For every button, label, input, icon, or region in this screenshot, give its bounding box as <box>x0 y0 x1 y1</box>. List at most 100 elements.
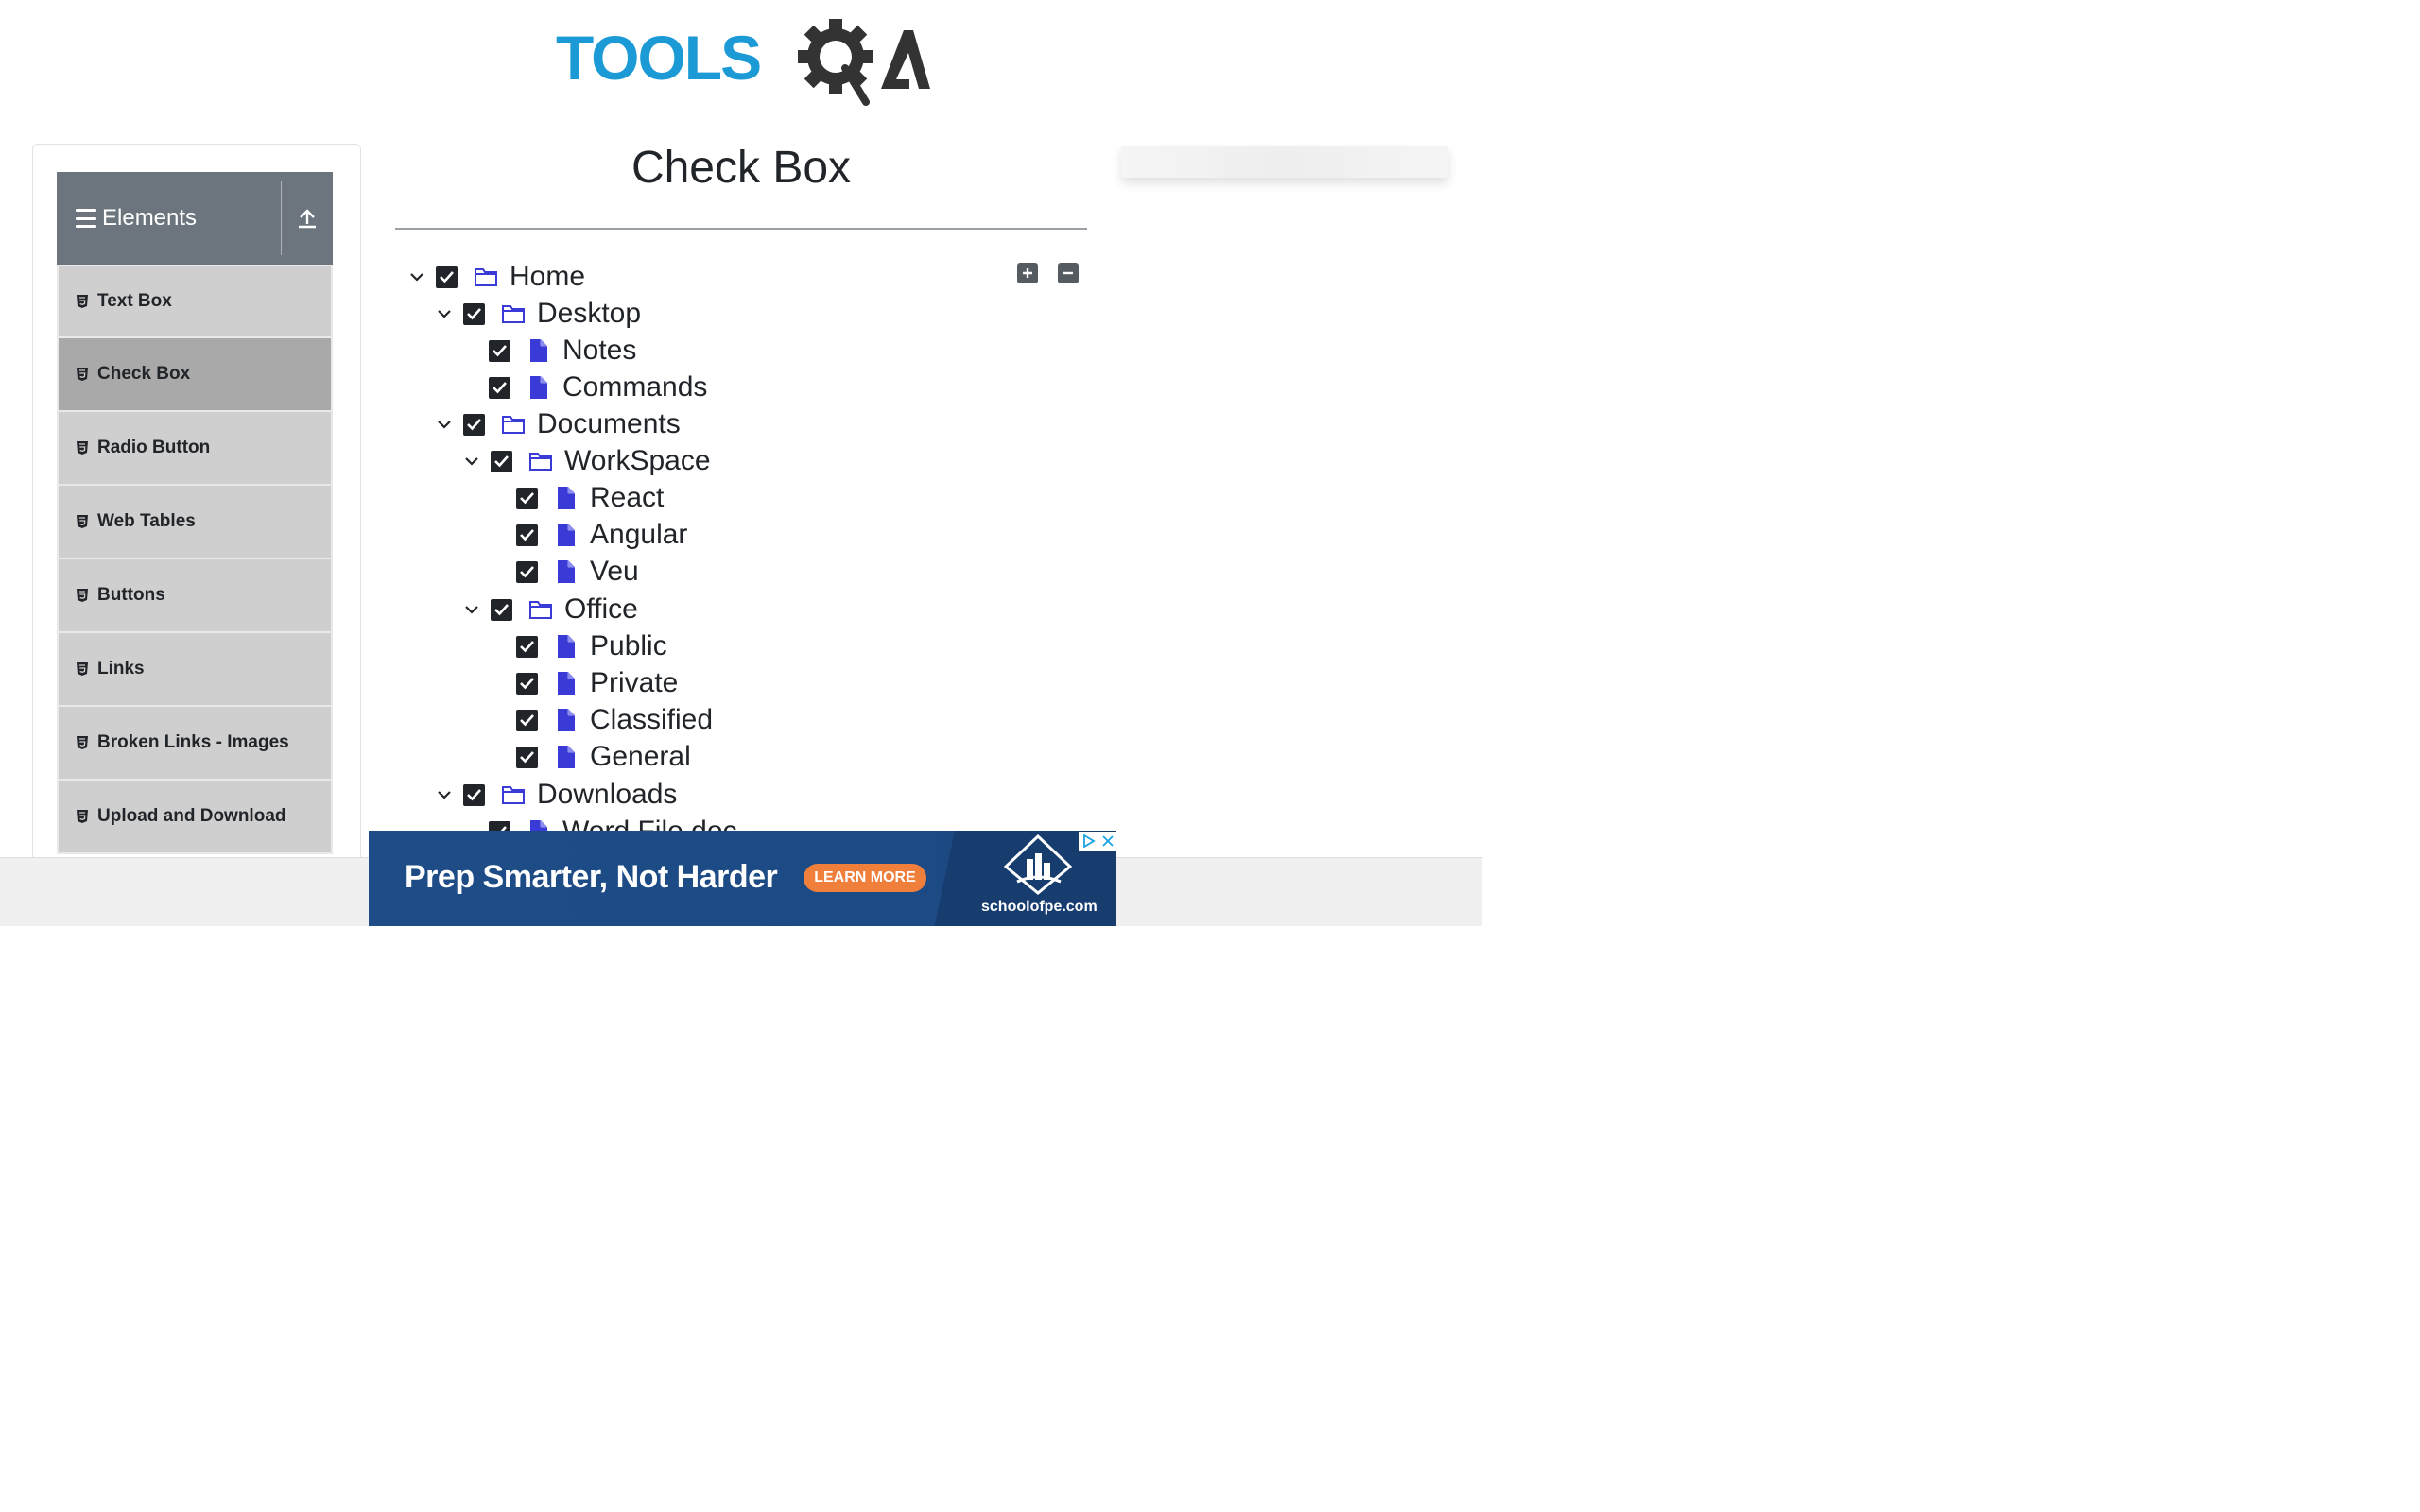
tree-node-label[interactable]: Classified <box>590 704 713 736</box>
sidebar-item-web-tables[interactable]: Web Tables <box>57 486 333 559</box>
tree-node-documents: Documents <box>434 406 681 442</box>
html5-icon <box>76 440 89 455</box>
checkbox-documents[interactable] <box>463 413 485 436</box>
sidebar-item-label: Check Box <box>97 364 191 384</box>
file-icon <box>554 708 579 732</box>
sidebar-item-label: Text Box <box>97 291 172 311</box>
chevron-down-icon[interactable] <box>406 266 427 287</box>
ad-learn-more-button[interactable]: LEARN MORE <box>804 864 926 892</box>
checkbox-downloads[interactable] <box>463 783 485 806</box>
top-ad-banner[interactable] <box>1121 146 1448 178</box>
sidebar-item-broken-links-images[interactable]: Broken Links - Images <box>57 707 333 781</box>
sidebar-item-radio-button[interactable]: Radio Button <box>57 412 333 486</box>
tree-node-desktop: Desktop <box>434 296 641 332</box>
checkbox-commands[interactable] <box>489 376 510 399</box>
tree-node-label[interactable]: Documents <box>537 408 681 440</box>
school-logo-icon <box>1004 834 1072 895</box>
html5-icon <box>76 294 89 309</box>
file-icon <box>554 559 579 584</box>
folder-icon <box>528 597 553 622</box>
sidebar-item-buttons[interactable]: Buttons <box>57 559 333 633</box>
tree-node-public: Public <box>516 628 667 664</box>
sidebar-item-label: Links <box>97 659 145 679</box>
sidebar-item-label: Radio Button <box>97 438 211 457</box>
tree-node-label[interactable]: Home <box>510 261 585 293</box>
sidebar-item-links[interactable]: Links <box>57 633 333 707</box>
collapse-all-button[interactable] <box>1058 263 1079 284</box>
plus-icon <box>1023 268 1032 278</box>
checkbox-desktop[interactable] <box>463 302 485 325</box>
title-divider <box>395 228 1087 230</box>
tree-node-private: Private <box>516 665 678 701</box>
chevron-down-icon[interactable] <box>434 414 455 435</box>
checkbox-public[interactable] <box>516 635 538 658</box>
tree-node-home: Home <box>406 259 585 295</box>
tree-node-commands: Commands <box>489 369 707 405</box>
checkbox-home[interactable] <box>436 266 458 288</box>
toolsqa-logo[interactable]: TOOLS <box>554 17 932 108</box>
tree-node-label[interactable]: Private <box>590 667 678 699</box>
html5-icon <box>76 514 89 529</box>
folder-icon <box>501 412 526 437</box>
folder-icon <box>528 449 553 473</box>
page: TOOLS Elements Text Box Check Box Radio … <box>0 0 1482 926</box>
file-icon <box>527 375 551 400</box>
chevron-down-icon[interactable] <box>434 784 455 805</box>
checkbox-general[interactable] <box>516 746 538 768</box>
tree-node-label[interactable]: Desktop <box>537 298 641 330</box>
tree-node-label[interactable]: Angular <box>590 519 687 551</box>
tree-node-label[interactable]: Office <box>564 593 638 626</box>
sidebar-item-label: Broken Links - Images <box>97 732 289 752</box>
tree-node-react: React <box>516 480 664 516</box>
elements-group-header[interactable]: Elements <box>57 172 333 265</box>
file-icon <box>554 634 579 659</box>
html5-icon <box>76 662 89 677</box>
tree-node-general: General <box>516 739 691 775</box>
file-icon <box>554 671 579 696</box>
sidebar-item-check-box[interactable]: Check Box <box>57 338 333 412</box>
bottom-ad-banner[interactable]: Prep Smarter, Not Harder LEARN MORE scho… <box>369 831 1116 926</box>
html5-icon <box>76 588 89 603</box>
tree-node-office: Office <box>461 592 638 627</box>
close-icon <box>1101 835 1114 847</box>
html5-icon <box>76 735 89 750</box>
checkbox-workspace[interactable] <box>491 450 512 472</box>
minus-icon <box>1063 271 1073 275</box>
logo-text-tools: TOOLS <box>556 23 760 93</box>
tree-node-downloads: Downloads <box>434 777 677 813</box>
collapse-group-button[interactable] <box>282 172 333 265</box>
chevron-down-icon[interactable] <box>461 599 482 620</box>
ad-brand: schoolofpe.com <box>981 899 1098 915</box>
sidebar-item-upload-and-download[interactable]: Upload and Download <box>57 781 333 854</box>
html5-icon <box>76 809 89 824</box>
sidebar-item-text-box[interactable]: Text Box <box>57 265 333 338</box>
tree-node-label[interactable]: React <box>590 482 664 514</box>
tree-node-label[interactable]: WorkSpace <box>564 445 711 477</box>
file-icon <box>554 523 579 547</box>
sidebar-item-label: Upload and Download <box>97 806 286 826</box>
checkbox-veu[interactable] <box>516 560 538 583</box>
checkbox-notes[interactable] <box>489 339 510 362</box>
checkbox-private[interactable] <box>516 672 538 695</box>
folder-icon <box>474 265 498 289</box>
chevron-down-icon[interactable] <box>461 451 482 472</box>
tree-node-label[interactable]: General <box>590 741 691 773</box>
chevron-down-icon[interactable] <box>434 303 455 324</box>
tree-node-workspace: WorkSpace <box>461 443 711 479</box>
checkbox-classified[interactable] <box>516 709 538 731</box>
tree-node-label[interactable]: Public <box>590 630 667 662</box>
checkbox-office[interactable] <box>491 598 512 621</box>
logo-letter-a <box>881 30 930 89</box>
sidebar-item-label: Buttons <box>97 585 165 605</box>
tree-node-label[interactable]: Commands <box>562 371 707 404</box>
tree-node-label[interactable]: Notes <box>562 335 636 367</box>
upload-arrow-icon <box>299 209 316 229</box>
tree-node-label[interactable]: Downloads <box>537 779 677 811</box>
checkbox-react[interactable] <box>516 487 538 509</box>
ad-headline: Prep Smarter, Not Harder <box>405 859 778 895</box>
ad-choices-button[interactable] <box>1079 832 1116 850</box>
expand-all-button[interactable] <box>1017 263 1038 284</box>
tree-node-label[interactable]: Veu <box>590 556 639 588</box>
file-icon <box>554 745 579 769</box>
checkbox-angular[interactable] <box>516 524 538 546</box>
